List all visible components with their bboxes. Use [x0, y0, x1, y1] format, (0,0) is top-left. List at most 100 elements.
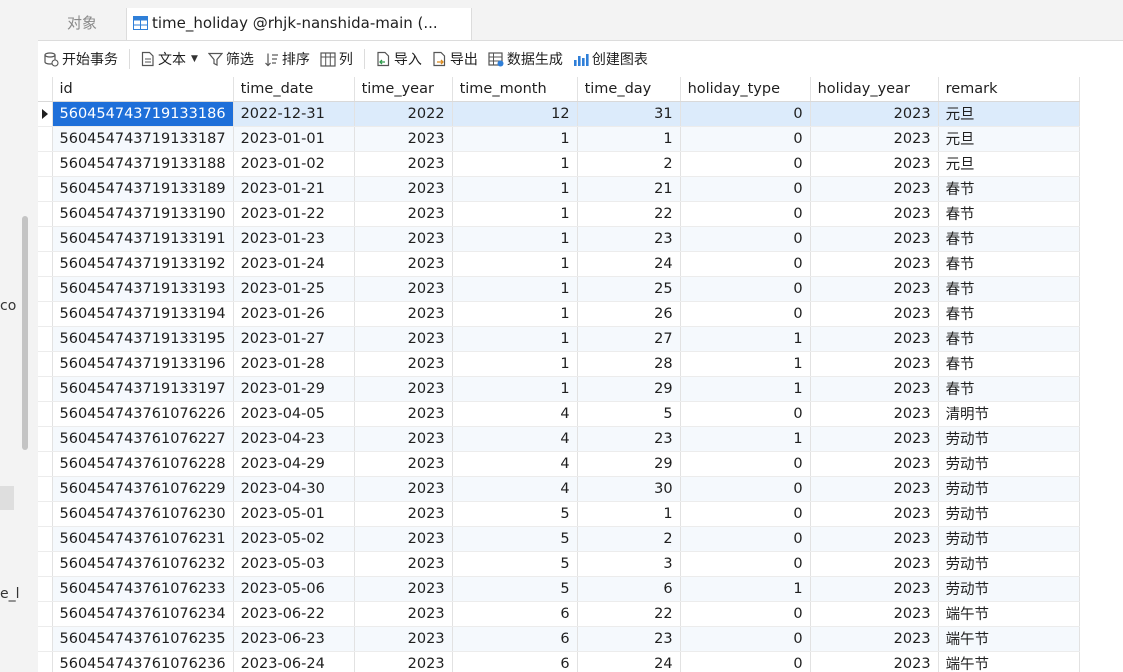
table-cell-time-date[interactable]: 2023-01-01 — [233, 126, 355, 152]
table-cell-remark[interactable]: 劳动节 — [938, 426, 1080, 452]
table-row[interactable]: 560454743719133193 2023-01-25 2023 1 25 0 2023… — [38, 276, 1080, 302]
table-cell-id[interactable]: 560454743761076228 — [52, 451, 234, 477]
column-header-id[interactable]: id — [52, 77, 234, 102]
table-cell-holiday-type[interactable]: 0 — [680, 626, 811, 652]
table-cell-remark[interactable]: 春节 — [938, 276, 1080, 302]
table-cell-time-day[interactable]: 1 — [577, 126, 681, 152]
table-cell-time-month[interactable]: 4 — [452, 476, 578, 502]
table-cell-remark[interactable]: 清明节 — [938, 401, 1080, 427]
table-cell-holiday-year[interactable]: 2023 — [810, 451, 939, 477]
table-cell-id[interactable]: 560454743719133194 — [52, 301, 234, 327]
table-cell-time-day[interactable]: 23 — [577, 226, 681, 252]
table-cell-id[interactable]: 560454743719133188 — [52, 151, 234, 177]
table-cell-holiday-type[interactable]: 0 — [680, 101, 811, 127]
table-cell-time-day[interactable]: 2 — [577, 151, 681, 177]
table-cell-time-year[interactable]: 2023 — [354, 526, 453, 552]
table-cell-time-year[interactable]: 2023 — [354, 376, 453, 402]
table-cell-time-year[interactable]: 2023 — [354, 476, 453, 502]
table-cell-time-month[interactable]: 4 — [452, 401, 578, 427]
table-cell-remark[interactable]: 春节 — [938, 176, 1080, 202]
table-cell-id[interactable]: 560454743719133197 — [52, 376, 234, 402]
table-cell-time-date[interactable]: 2023-04-30 — [233, 476, 355, 502]
table-cell-time-year[interactable]: 2023 — [354, 601, 453, 627]
table-cell-holiday-type[interactable]: 0 — [680, 401, 811, 427]
row-header[interactable] — [38, 126, 53, 152]
table-cell-remark[interactable]: 春节 — [938, 251, 1080, 277]
table-cell-time-date[interactable]: 2023-01-21 — [233, 176, 355, 202]
table-cell-holiday-year[interactable]: 2023 — [810, 151, 939, 177]
table-cell-time-year[interactable]: 2023 — [354, 426, 453, 452]
table-cell-holiday-year[interactable]: 2023 — [810, 126, 939, 152]
row-header[interactable] — [38, 651, 53, 672]
table-cell-holiday-year[interactable]: 2023 — [810, 251, 939, 277]
column-header-time-date[interactable]: time_date — [233, 77, 355, 102]
table-cell-time-date[interactable]: 2023-06-24 — [233, 651, 355, 672]
table-cell-time-date[interactable]: 2023-06-22 — [233, 601, 355, 627]
text-button[interactable]: 文本 ▼ — [136, 46, 203, 72]
table-cell-time-date[interactable]: 2023-05-06 — [233, 576, 355, 602]
table-cell-remark[interactable]: 劳动节 — [938, 501, 1080, 527]
table-cell-holiday-type[interactable]: 0 — [680, 201, 811, 227]
table-cell-time-year[interactable]: 2023 — [354, 151, 453, 177]
table-cell-time-year[interactable]: 2023 — [354, 326, 453, 352]
row-header[interactable] — [38, 226, 53, 252]
table-cell-time-day[interactable]: 5 — [577, 401, 681, 427]
table-cell-time-year[interactable]: 2023 — [354, 301, 453, 327]
table-cell-holiday-type[interactable]: 0 — [680, 526, 811, 552]
row-header[interactable] — [38, 576, 53, 602]
table-row[interactable]: 560454743719133189 2023-01-21 2023 1 21 0 2023… — [38, 176, 1080, 202]
table-cell-holiday-type[interactable]: 1 — [680, 426, 811, 452]
table-cell-time-month[interactable]: 6 — [452, 601, 578, 627]
table-cell-remark[interactable]: 春节 — [938, 376, 1080, 402]
table-cell-time-year[interactable]: 2023 — [354, 201, 453, 227]
tab-objects[interactable]: 对象 — [38, 8, 126, 40]
table-cell-time-date[interactable]: 2023-04-29 — [233, 451, 355, 477]
begin-transaction-button[interactable]: 开始事务 — [38, 46, 123, 72]
tab-time-holiday[interactable]: time_holiday @rhjk-nanshida-main (... — [126, 8, 472, 40]
table-cell-remark[interactable]: 元旦 — [938, 101, 1080, 127]
table-cell-holiday-year[interactable]: 2023 — [810, 651, 939, 672]
table-cell-time-year[interactable]: 2023 — [354, 351, 453, 377]
row-header[interactable] — [38, 276, 53, 302]
table-cell-time-year[interactable]: 2023 — [354, 251, 453, 277]
table-cell-time-month[interactable]: 1 — [452, 151, 578, 177]
table-cell-time-year[interactable]: 2023 — [354, 401, 453, 427]
row-header[interactable] — [38, 176, 53, 202]
table-row[interactable]: 560454743761076233 2023-05-06 2023 5 6 1 2023 劳… — [38, 576, 1080, 602]
table-row[interactable]: 560454743719133196 2023-01-28 2023 1 28 1 2023… — [38, 351, 1080, 377]
table-cell-holiday-year[interactable]: 2023 — [810, 401, 939, 427]
table-cell-time-year[interactable]: 2023 — [354, 176, 453, 202]
row-header[interactable] — [38, 201, 53, 227]
row-header[interactable] — [38, 476, 53, 502]
table-cell-time-month[interactable]: 6 — [452, 626, 578, 652]
row-header[interactable] — [38, 101, 53, 127]
table-cell-time-month[interactable]: 4 — [452, 426, 578, 452]
table-row[interactable]: 560454743761076231 2023-05-02 2023 5 2 0 2023 劳… — [38, 526, 1080, 552]
table-cell-time-date[interactable]: 2023-01-23 — [233, 226, 355, 252]
table-cell-time-day[interactable]: 1 — [577, 501, 681, 527]
table-cell-id[interactable]: 560454743719133186 — [52, 101, 234, 127]
table-cell-remark[interactable]: 端午节 — [938, 626, 1080, 652]
table-cell-id[interactable]: 560454743761076227 — [52, 426, 234, 452]
table-cell-time-year[interactable]: 2023 — [354, 126, 453, 152]
table-cell-time-month[interactable]: 5 — [452, 501, 578, 527]
table-cell-holiday-year[interactable]: 2023 — [810, 626, 939, 652]
table-cell-time-year[interactable]: 2023 — [354, 551, 453, 577]
table-cell-time-year[interactable]: 2023 — [354, 276, 453, 302]
table-cell-time-day[interactable]: 26 — [577, 301, 681, 327]
table-cell-time-day[interactable]: 25 — [577, 276, 681, 302]
table-row[interactable]: 560454743719133190 2023-01-22 2023 1 22 0 2023… — [38, 201, 1080, 227]
table-cell-id[interactable]: 560454743719133190 — [52, 201, 234, 227]
table-cell-time-date[interactable]: 2023-06-23 — [233, 626, 355, 652]
table-cell-id[interactable]: 560454743719133191 — [52, 226, 234, 252]
table-cell-time-day[interactable]: 29 — [577, 451, 681, 477]
column-header-holiday-type[interactable]: holiday_type — [680, 77, 811, 102]
table-cell-remark[interactable]: 春节 — [938, 201, 1080, 227]
row-header[interactable] — [38, 526, 53, 552]
table-cell-time-month[interactable]: 12 — [452, 101, 578, 127]
row-header[interactable] — [38, 426, 53, 452]
table-cell-holiday-type[interactable]: 0 — [680, 551, 811, 577]
table-cell-holiday-type[interactable]: 0 — [680, 476, 811, 502]
table-cell-remark[interactable]: 劳动节 — [938, 526, 1080, 552]
table-cell-time-month[interactable]: 1 — [452, 226, 578, 252]
